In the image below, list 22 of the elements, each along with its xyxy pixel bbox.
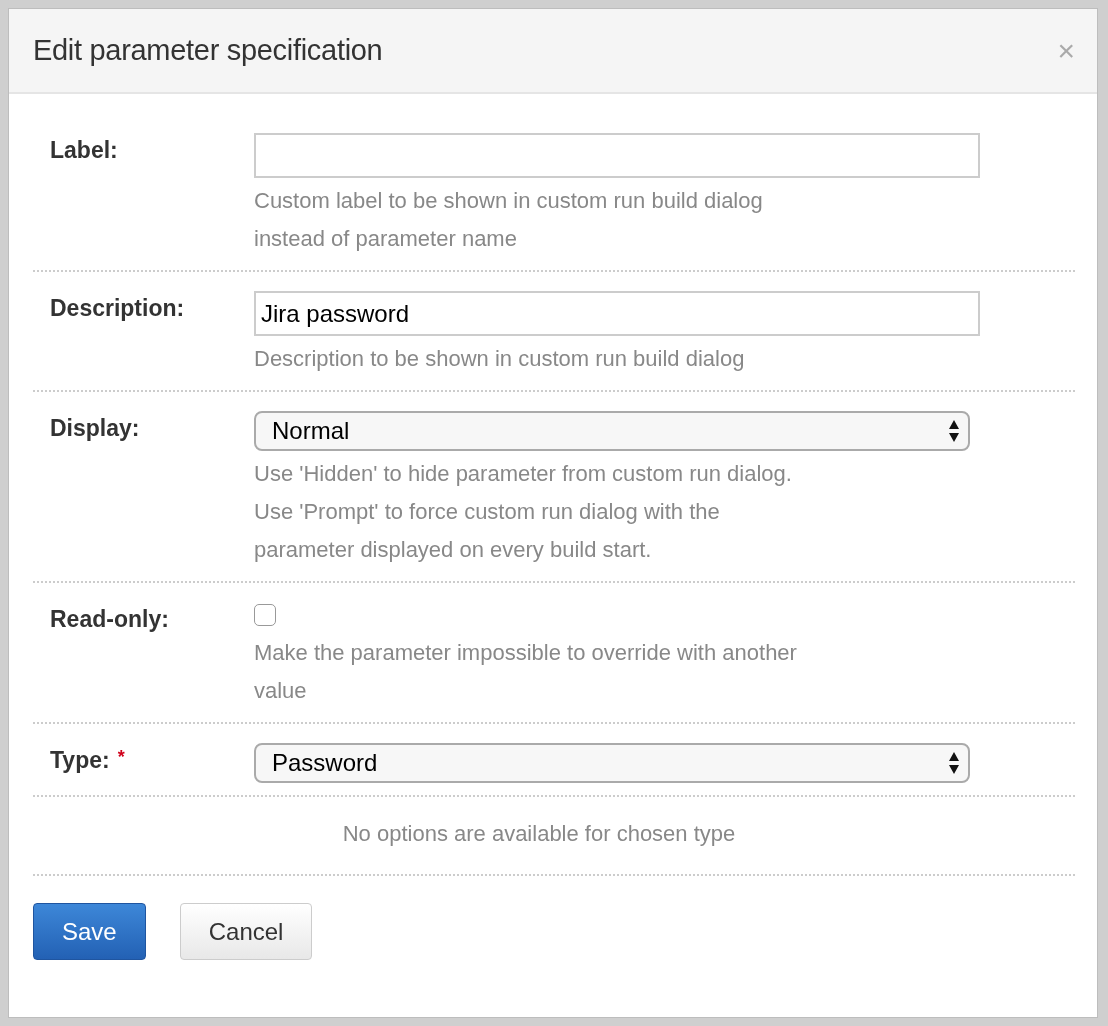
field-label: Read-only: xyxy=(50,606,169,633)
help-text: Description to be shown in custom run build dialog xyxy=(254,345,746,373)
field-label: Display: xyxy=(50,415,140,442)
checkbox[interactable] xyxy=(254,604,276,626)
field-label: Label: xyxy=(50,137,118,164)
info-message: No options are available for chosen type xyxy=(33,797,1075,876)
help-text: Use 'Prompt' to force custom run dialog with the parameter displayed on every build start. xyxy=(254,498,721,564)
help-text: Use 'Hidden' to hide parameter from custom run dialog. xyxy=(254,460,793,488)
up-down-arrows-icon xyxy=(948,751,960,775)
dialog-title: Edit parameter specification xyxy=(33,34,383,67)
dropdown[interactable]: Normal xyxy=(254,411,970,451)
text-field[interactable] xyxy=(254,133,980,178)
help-text: Custom label to be shown in custom run build dialog instead of parameter name xyxy=(254,187,764,253)
cancel-button[interactable]: Cancel xyxy=(179,903,313,960)
field-label: Type: xyxy=(50,747,110,774)
up-down-arrows-icon xyxy=(948,419,960,443)
required-marker: * xyxy=(117,747,125,768)
help-text: Make the parameter impossible to override with another value xyxy=(254,639,798,705)
text-field[interactable]: Jira password xyxy=(254,291,980,336)
field-label: Description: xyxy=(50,295,185,322)
dropdown[interactable]: Password xyxy=(254,743,970,783)
save-button[interactable]: Save xyxy=(33,903,146,960)
